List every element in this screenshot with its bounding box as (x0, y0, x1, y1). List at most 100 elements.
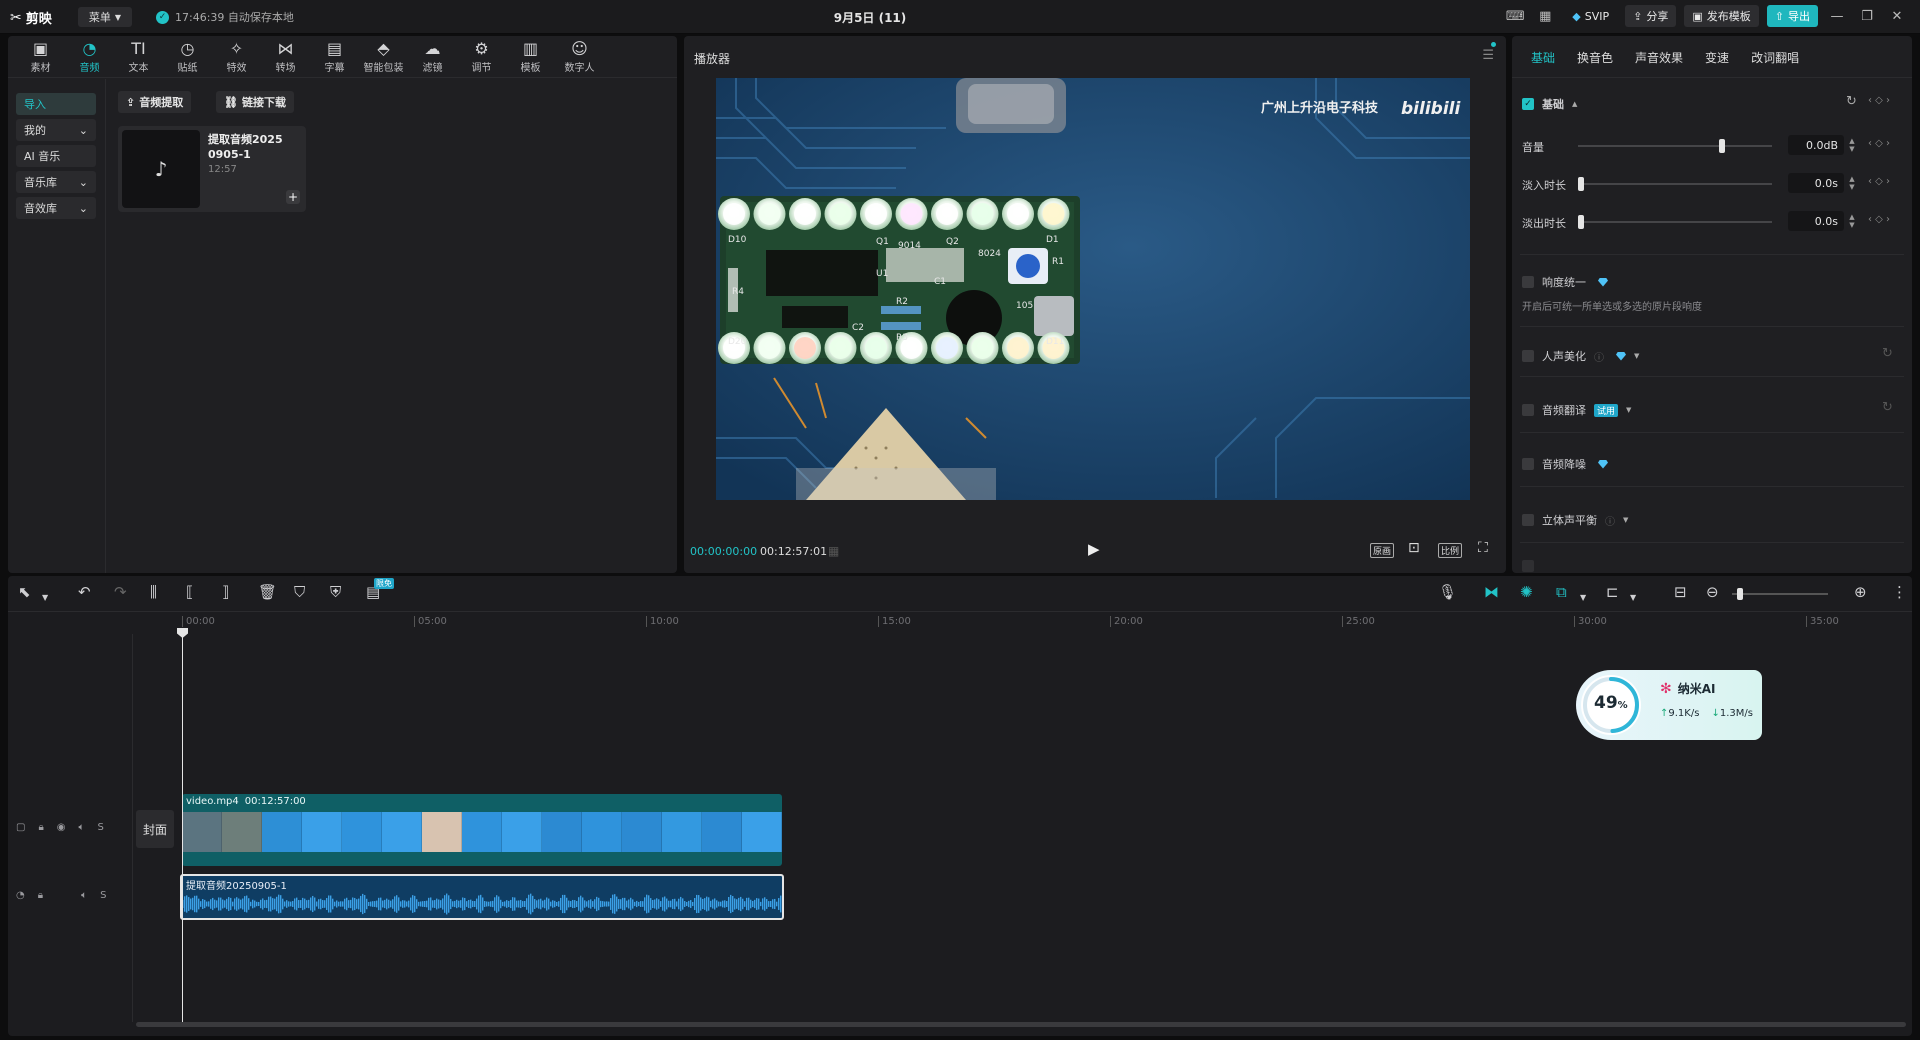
network-speed-widget[interactable]: 49 % ✻ 纳米AI ↑9.1K/s ↓1.3M/s (1576, 670, 1762, 740)
eye-icon[interactable]: ◉ (57, 822, 66, 833)
solo-icon[interactable]: S (100, 890, 106, 901)
next-option-row-partial[interactable] (1522, 560, 1534, 572)
player-menu-icon[interactable]: ☰ (1482, 48, 1494, 63)
toolbar-item-10[interactable]: ▥ 模板 (506, 36, 555, 78)
voice-beautify-checkbox[interactable] (1522, 350, 1534, 362)
keyframe-nav-icon[interactable]: ‹ ◇ › (1868, 95, 1890, 106)
sidebar-item-0[interactable]: 导入 (16, 93, 96, 115)
toolbar-item-9[interactable]: ⚙ 调节 (457, 36, 506, 78)
delete-icon[interactable]: 🗑 (258, 585, 277, 600)
play-icon[interactable]: ▶ (1088, 540, 1100, 558)
speaker-icon[interactable]: 🔈︎ (79, 822, 85, 833)
timeline-ruler[interactable]: 00:00 05:00 10:00 15:00 20:00 25:00 30:00 35:00 (8, 612, 1912, 634)
props-tab-2[interactable]: 声音效果 (1624, 36, 1694, 78)
loudness-row[interactable]: 响度统一 (1522, 274, 1608, 290)
link-download-button[interactable]: ⛓ 链接下载 (216, 91, 294, 113)
cover-button[interactable]: 封面 (136, 810, 174, 848)
restore-icon[interactable]: ❐ (1856, 5, 1878, 27)
fadeout-slider-handle[interactable] (1578, 215, 1584, 229)
toolbar-item-1[interactable]: ◔ 音频 (65, 36, 114, 78)
toolbar-item-2[interactable]: TI 文本 (114, 36, 163, 78)
playhead[interactable] (182, 634, 183, 1024)
playhead-handle[interactable] (177, 628, 188, 638)
aspect-ratio-button[interactable]: 比例 (1438, 543, 1463, 558)
auto-snap-icon[interactable]: ✺ (1520, 585, 1533, 600)
microphone-icon[interactable]: 🎙 (1438, 585, 1457, 600)
timecode-grid-icon[interactable]: ▦ (828, 544, 839, 558)
link-icon[interactable]: ⧉ (1556, 585, 1567, 600)
add-to-track-icon[interactable]: + (286, 190, 300, 204)
volume-keyframe-icon[interactable]: ‹ ◇ › (1868, 138, 1890, 149)
publish-template-button[interactable]: ▣ 发布模板 (1684, 5, 1759, 27)
fadein-stepper-icon[interactable]: ▲ ▼ (1847, 175, 1857, 191)
audio-translate-reset-icon[interactable]: ↻ (1882, 400, 1893, 415)
voice-beautify-row[interactable]: 人声美化 ⓘ ▼ (1522, 348, 1639, 364)
sidebar-item-2[interactable]: AI 音乐 (16, 145, 96, 167)
volume-value-input[interactable]: 0.0dB (1788, 135, 1844, 155)
video-preview[interactable]: D10 D20 D1 D11 R1 R2 R3 R4 Q1 Q2 U1 C1 C… (716, 78, 1470, 500)
toolbar-item-4[interactable]: ✧ 特效 (212, 36, 261, 78)
export-button[interactable]: ⇧ 导出 (1766, 5, 1818, 27)
svip-button[interactable]: ◆ SVIP (1564, 5, 1617, 27)
props-tab-3[interactable]: 变速 (1694, 36, 1740, 78)
minimize-icon[interactable]: — (1826, 5, 1848, 27)
solo-icon[interactable]: S (98, 822, 104, 833)
props-tab-0[interactable]: 基础 (1520, 36, 1566, 78)
denoise-row[interactable]: 音频降噪 (1522, 456, 1608, 472)
main-track-magnet-icon[interactable]: ⧓ (1484, 585, 1499, 600)
audio-media-card[interactable]: ♪ 提取音频20250905-1 12:57 + (118, 126, 306, 212)
split-right-icon[interactable]: ⟧ (222, 585, 229, 600)
fadein-slider[interactable] (1578, 177, 1772, 191)
volume-slider[interactable] (1578, 139, 1772, 153)
select-pointer-icon[interactable]: ⬉ (18, 585, 31, 600)
volume-stepper-icon[interactable]: ▲ ▼ (1847, 137, 1857, 153)
sidebar-item-4[interactable]: 音效库 ⌄ (16, 197, 96, 219)
chevron-down-icon[interactable]: ▼ (42, 590, 48, 605)
zoom-in-icon[interactable]: ⊕ (1854, 585, 1867, 600)
shield-icon[interactable]: ⛨ (330, 585, 341, 600)
video-clip[interactable]: video.mp4 00:12:57:00 (182, 794, 782, 866)
more-options-icon[interactable]: ⋮ (1892, 585, 1907, 600)
reset-icon[interactable]: ↻ (1846, 94, 1857, 109)
fadeout-value-input[interactable]: 0.0s (1788, 211, 1844, 231)
toolbar-item-8[interactable]: ☁ 滤镜 (408, 36, 457, 78)
toolbar-item-6[interactable]: ▤ 字幕 (310, 36, 359, 78)
fadeout-slider[interactable] (1578, 215, 1772, 229)
sidebar-item-3[interactable]: 音乐库 ⌄ (16, 171, 96, 193)
zoom-out-icon[interactable]: ⊖ (1706, 585, 1719, 600)
props-tab-4[interactable]: 改词翻唱 (1740, 36, 1810, 78)
split-icon[interactable]: ⫼ (150, 585, 157, 600)
chevron-down-icon[interactable]: ▼ (1580, 590, 1586, 605)
toolbar-item-7[interactable]: ⬘ 智能包装 (359, 36, 408, 78)
toolbar-item-5[interactable]: ⋈ 转场 (261, 36, 310, 78)
fullscreen-icon[interactable]: ⛶ (1478, 540, 1488, 556)
toolbar-item-3[interactable]: ◷ 贴纸 (163, 36, 212, 78)
audio-translate-checkbox[interactable] (1522, 404, 1534, 416)
stereo-balance-row[interactable]: 立体声平衡 ⓘ ▼ (1522, 512, 1628, 528)
stereo-balance-checkbox[interactable] (1522, 514, 1534, 526)
preview-axis-icon[interactable]: ⊏ (1606, 585, 1619, 600)
speaker-icon[interactable]: 🔈︎ (81, 890, 87, 901)
close-icon[interactable]: ✕ (1886, 5, 1908, 27)
mark-icon[interactable]: ⛉ (294, 585, 305, 600)
zoom-slider[interactable] (1732, 588, 1828, 600)
fit-timeline-icon[interactable]: ⊟ (1674, 585, 1687, 600)
fadeout-stepper-icon[interactable]: ▲ ▼ (1847, 213, 1857, 229)
fadein-value-input[interactable]: 0.0s (1788, 173, 1844, 193)
basic-checkbox[interactable]: ✓ (1522, 98, 1534, 110)
partial-checkbox[interactable] (1522, 560, 1534, 572)
toolbar-item-0[interactable]: ▣ 素材 (16, 36, 65, 78)
layout-icon[interactable]: ▦ (1534, 5, 1556, 27)
audio-clip[interactable]: 提取音频20250905-1 (180, 874, 784, 920)
split-left-icon[interactable]: ⟦ (186, 585, 193, 600)
timeline-horizontal-scrollbar[interactable] (136, 1022, 1906, 1027)
fadeout-keyframe-icon[interactable]: ‹ ◇ › (1868, 214, 1890, 225)
zoom-fit-icon[interactable]: ⊡ (1408, 540, 1420, 556)
volume-slider-handle[interactable] (1718, 139, 1725, 153)
redo-icon[interactable]: ↷ (114, 585, 127, 600)
loudness-checkbox[interactable] (1522, 276, 1534, 288)
props-tab-1[interactable]: 换音色 (1566, 36, 1624, 78)
lock-icon[interactable]: 🔒︎ (38, 890, 43, 901)
audio-translate-row[interactable]: 音频翻译 试用 ▼ (1522, 402, 1631, 418)
extract-audio-button[interactable]: ⇪ 音频提取 (118, 91, 192, 113)
